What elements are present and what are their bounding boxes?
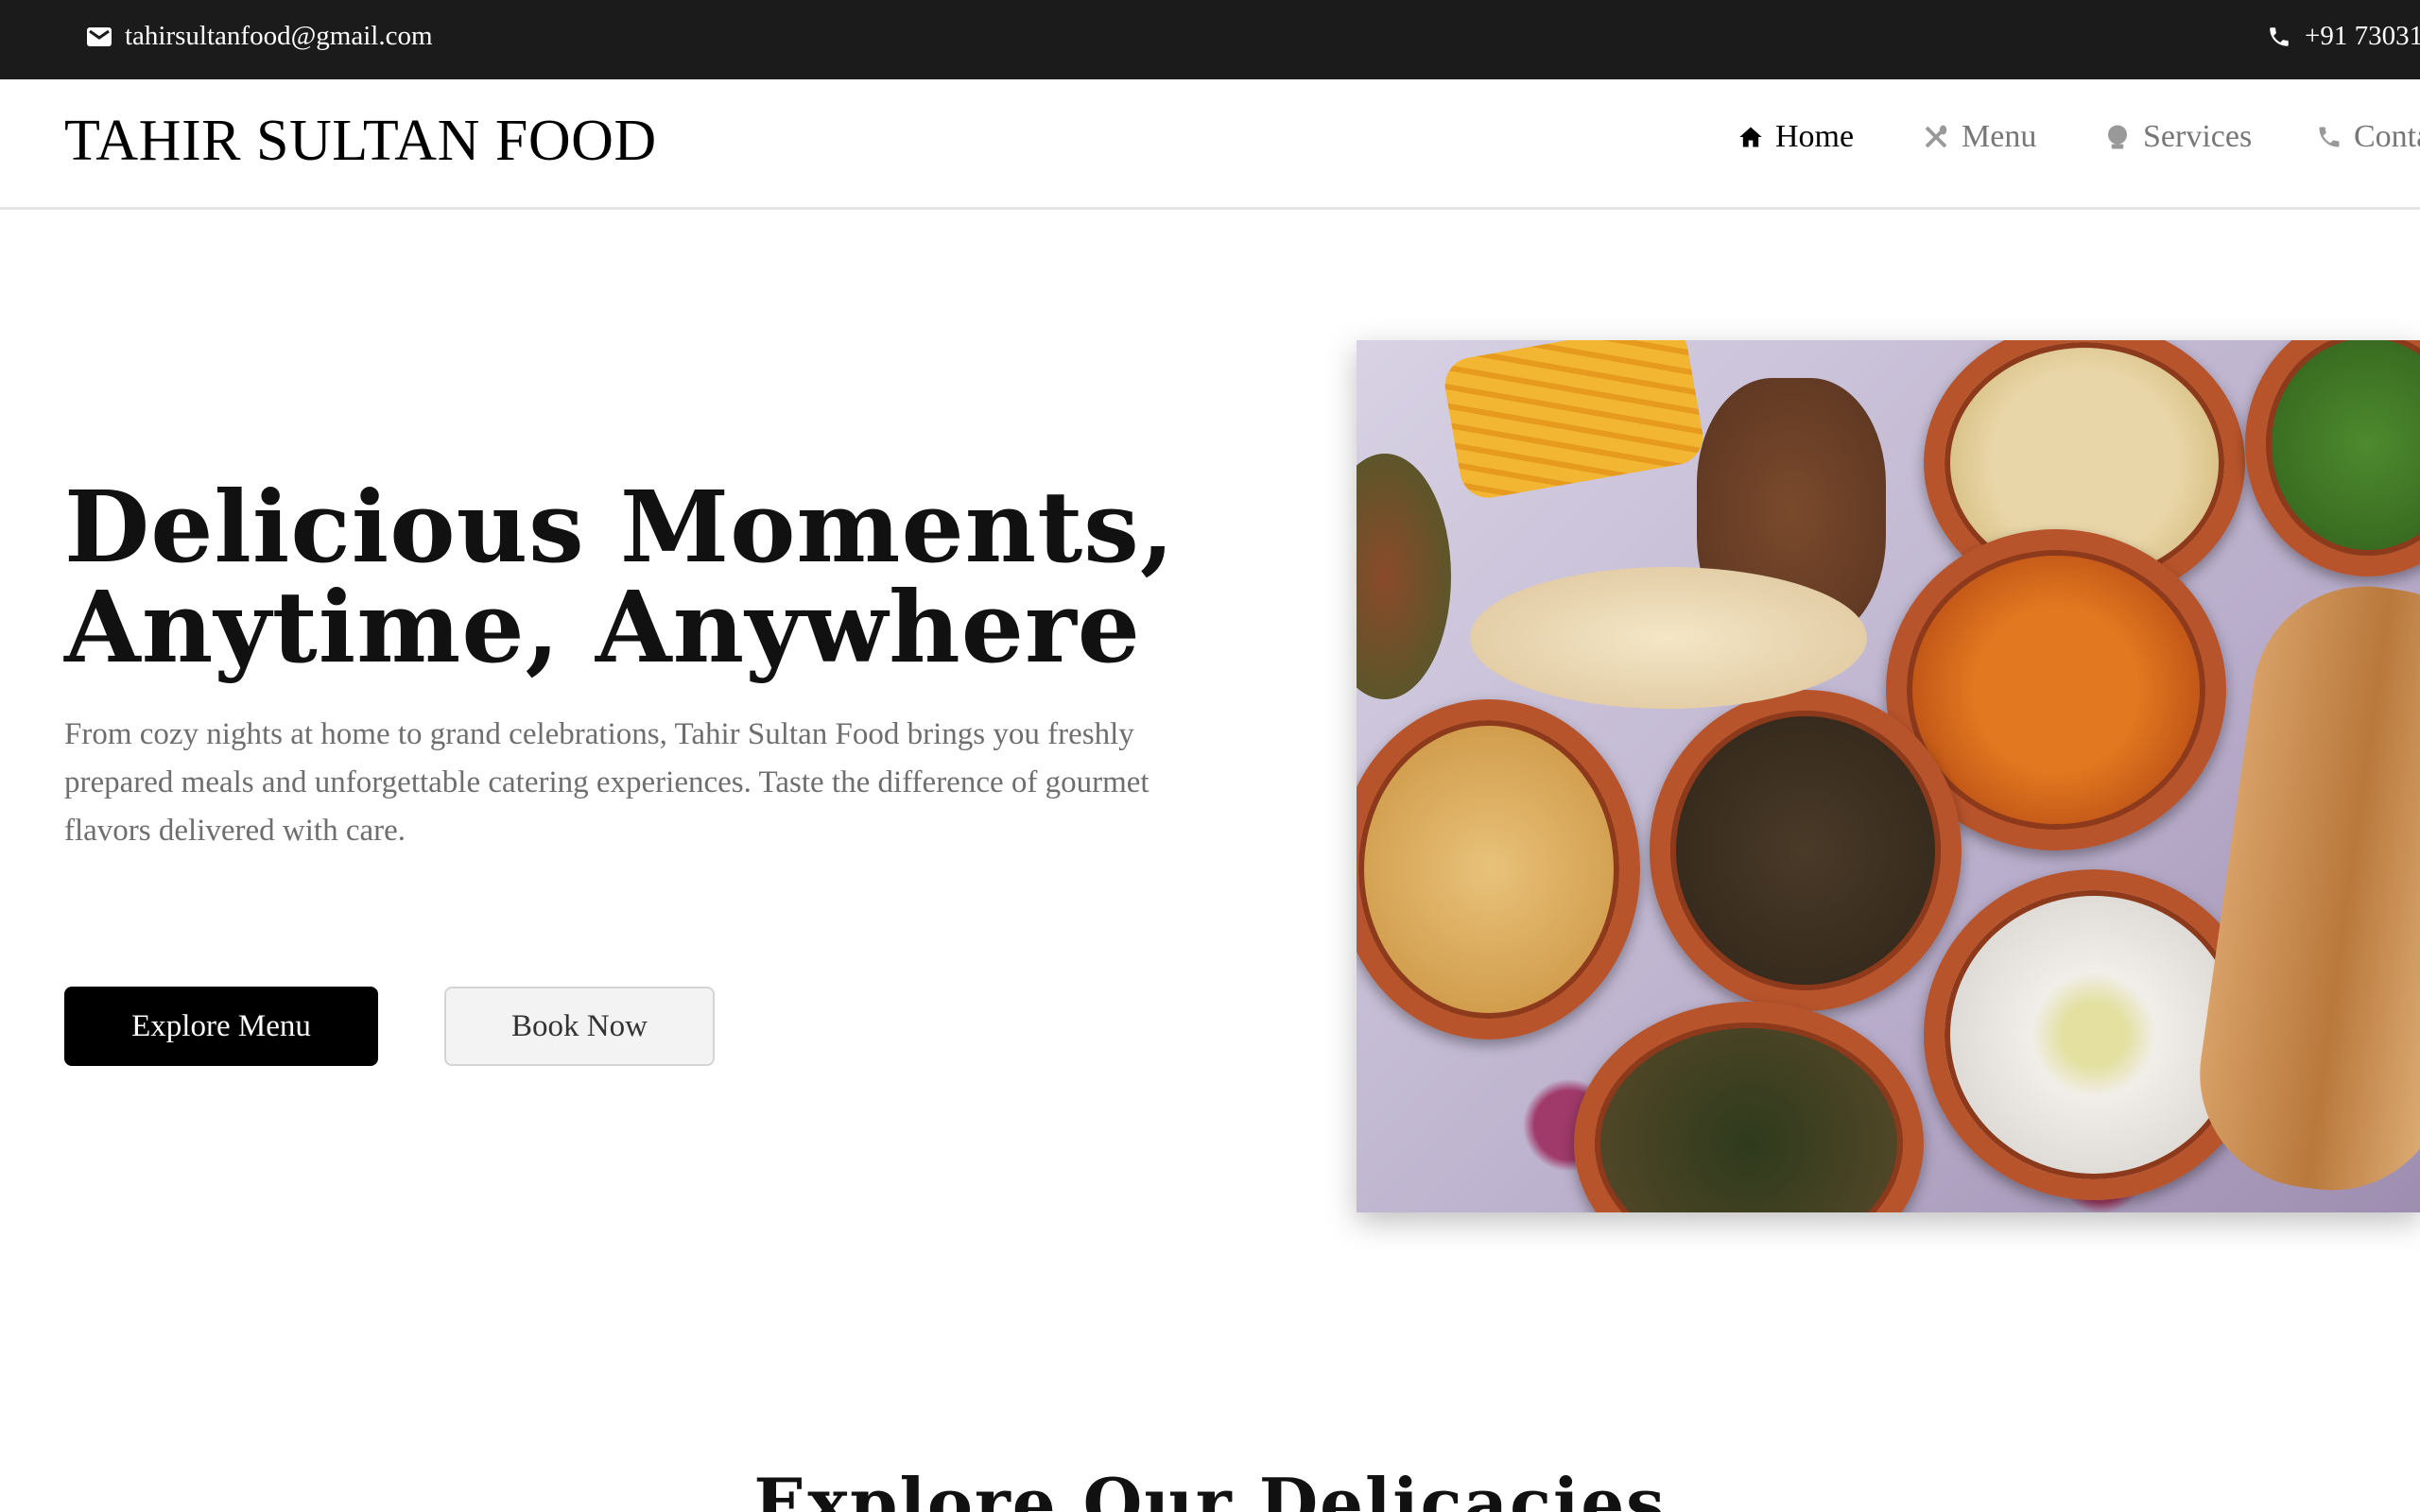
bowl-zaatar-bread [1650,690,1962,1011]
phone-icon [2319,127,2340,147]
nav-menu-label: Menu [1962,119,2037,154]
naan-bread [1470,567,1867,709]
hero-food-image [1357,340,2420,1212]
chef-hat-icon [2108,125,2127,149]
main-navbar: TAHIR SULTAN FOOD Home Menu Services Con… [0,79,2420,210]
phone-icon [2270,26,2289,46]
top-contact-bar: tahirsultanfood@gmail.com +91 73031 [0,0,2420,79]
hero-title-line-1: Delicious Moments, [64,469,1176,585]
phone-text: +91 73031 [2305,21,2420,51]
fries [1440,340,1708,503]
nav-home[interactable]: Home [1737,119,1854,155]
hero-title-line-2: Anytime, Anywhere [64,569,1141,685]
nav-services-label: Services [2143,119,2253,154]
delicacies-section-title: Explore Our Delicacies [753,1463,1667,1512]
email-contact[interactable]: tahirsultanfood@gmail.com [87,21,433,52]
nav-home-label: Home [1775,119,1855,154]
nav-contact-label: Contact [2354,119,2420,154]
hero-title: Delicious Moments, Anytime, Anywhere [64,477,1175,678]
nav-services[interactable]: Services [2103,119,2252,155]
hero-description: From cozy nights at home to grand celebr… [64,717,1150,848]
email-text: tahirsultanfood@gmail.com [125,21,433,51]
site-logo[interactable]: TAHIR SULTAN FOOD [64,108,657,175]
home-icon [1739,127,1762,147]
bowl-samosa [1357,699,1640,1040]
side-salad [1357,454,1451,699]
bowl-baba-ganoush [1574,1002,1924,1212]
bowl-salad [2245,340,2420,576]
utensils-icon [1925,125,1947,148]
nav-menu[interactable]: Menu [1922,119,2036,155]
mail-icon [87,26,112,46]
explore-menu-button[interactable]: Explore Menu [64,987,378,1066]
phone-contact[interactable]: +91 73031 [2267,21,2420,52]
nav-contact[interactable]: Contact [2316,119,2420,155]
book-now-button[interactable]: Book Now [444,987,715,1066]
